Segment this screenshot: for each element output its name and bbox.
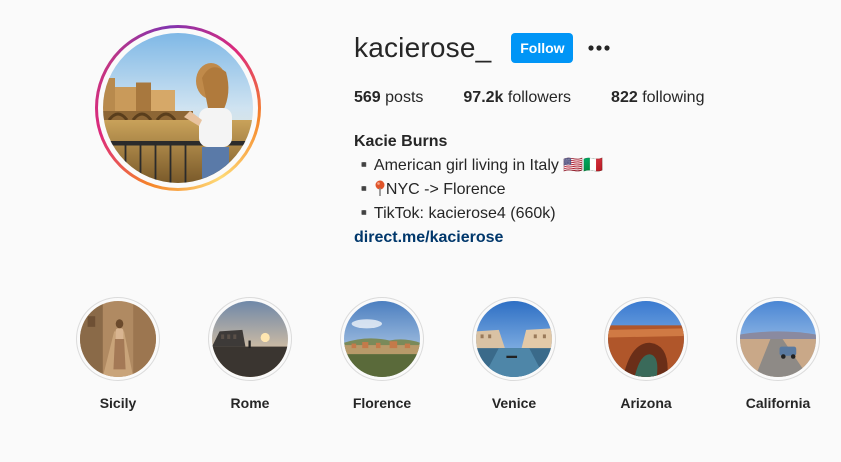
highlight-california[interactable]: California	[728, 297, 828, 411]
followers-count: 97.2k	[463, 89, 504, 106]
bio-link[interactable]: direct.me/kacierose	[354, 229, 503, 246]
highlight-ring	[76, 297, 160, 381]
highlight-sicily[interactable]: Sicily	[68, 297, 168, 411]
highlight-label: Venice	[491, 395, 537, 411]
profile-stats: 569 posts 97.2k followers 822 following	[354, 89, 744, 107]
highlight-label: Arizona	[620, 395, 672, 411]
profile-bio: Kacie Burns ▪️American girl living in It…	[354, 130, 603, 250]
highlight-cover	[740, 301, 816, 377]
highlight-cover	[608, 301, 684, 377]
username: kacierose_	[354, 32, 492, 63]
profile-title-row: kacierose_ Follow	[354, 32, 611, 64]
highlight-ring	[604, 297, 688, 381]
bio-line-2-text: NYC -> Florence	[385, 181, 506, 198]
more-horizontal-icon[interactable]	[587, 36, 611, 60]
profile-avatar-ring[interactable]	[95, 25, 261, 191]
posts-count: 569	[354, 89, 381, 106]
highlight-cover	[212, 301, 288, 377]
highlight-cover	[344, 301, 420, 377]
following-stat[interactable]: 822 following	[611, 89, 704, 107]
highlight-cover	[80, 301, 156, 377]
following-label: following	[642, 89, 705, 106]
profile-avatar[interactable]	[103, 33, 253, 183]
posts-stat: 569 posts	[354, 89, 423, 107]
highlight-label: California	[745, 395, 811, 411]
highlight-rome[interactable]: Rome	[200, 297, 300, 411]
highlight-ring	[472, 297, 556, 381]
full-name: Kacie Burns	[354, 133, 448, 150]
highlight-label: Florence	[352, 395, 412, 411]
bio-line-2-prefix: ▪️	[354, 181, 374, 198]
followers-label: followers	[507, 89, 572, 106]
profile-avatar-border	[98, 28, 258, 188]
following-count: 822	[611, 89, 638, 106]
followers-stat[interactable]: 97.2k followers	[463, 89, 571, 107]
follow-button[interactable]: Follow	[511, 33, 574, 63]
highlight-ring	[736, 297, 820, 381]
bio-line-2: ▪️ NYC -> Florence	[354, 178, 603, 202]
highlight-cover	[476, 301, 552, 377]
highlight-ring	[208, 297, 292, 381]
posts-label: posts	[385, 89, 424, 106]
bio-line-3: ▪️TikTok: kacierose4 (660k)	[354, 205, 556, 222]
highlight-ring	[340, 297, 424, 381]
highlight-label: Rome	[230, 395, 270, 411]
story-highlights: Sicily Rome Florence Venice Arizona Cali…	[0, 297, 841, 427]
bio-line-1: ▪️American girl living in Italy 🇺🇸🇮🇹	[354, 157, 604, 174]
highlight-florence[interactable]: Florence	[332, 297, 432, 411]
highlight-venice[interactable]: Venice	[464, 297, 564, 411]
highlight-label: Sicily	[99, 395, 137, 411]
highlight-arizona[interactable]: Arizona	[596, 297, 696, 411]
pin-icon	[375, 180, 385, 196]
